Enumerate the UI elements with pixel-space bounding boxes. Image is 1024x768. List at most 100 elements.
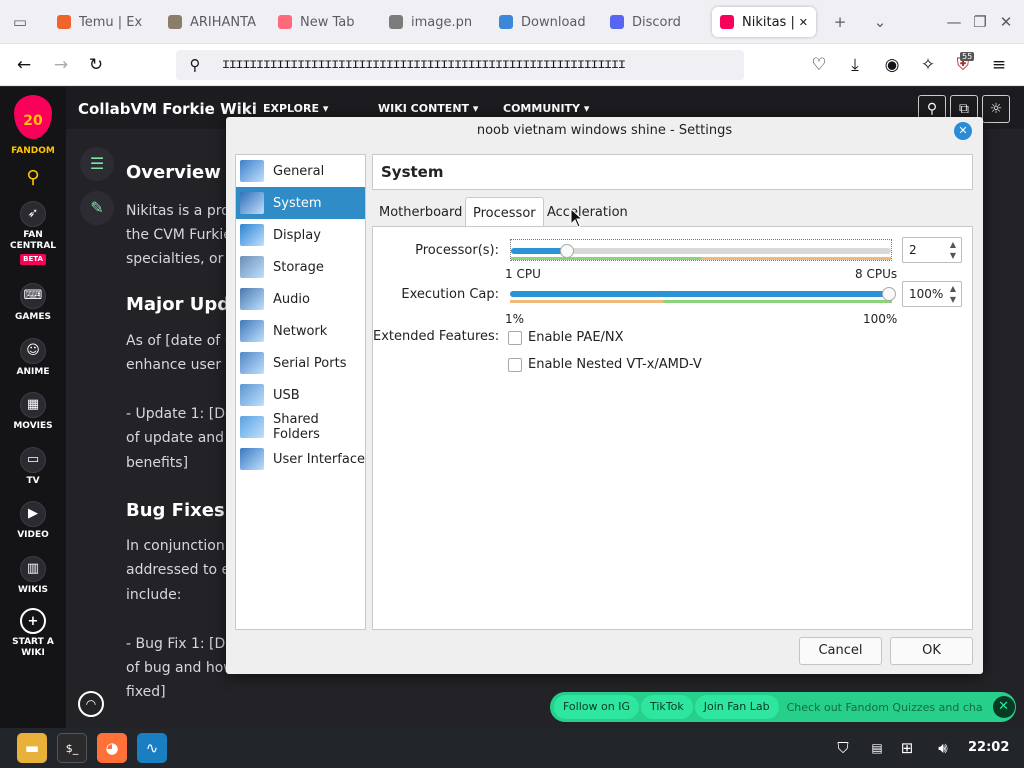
processors-spinbox[interactable]: 2 ▲ ▼ (902, 237, 962, 263)
tab-acceleration[interactable]: Acceleration (540, 197, 635, 227)
category-storage[interactable]: Storage (236, 251, 365, 283)
execution-cap-up-icon[interactable]: ▲ (947, 283, 959, 294)
browser-tab[interactable]: ARIHANTA (168, 7, 256, 37)
article-text: - Bug Fix 1: [Des (126, 636, 242, 652)
sidebar-item-fan-central[interactable]: ➶ FAN CENTRAL BETA (0, 201, 66, 265)
community-label: COMMUNITY (503, 102, 581, 115)
sidebar-item-video[interactable]: ▶ VIDEO (0, 501, 66, 541)
sidebar-item-tv[interactable]: ▭ TV (0, 447, 66, 487)
category-usb[interactable]: USB (236, 379, 365, 411)
video-icon: ▶ (20, 501, 46, 527)
category-serial-ports[interactable]: Serial Ports (236, 347, 365, 379)
promo-close-icon[interactable]: ✕ (992, 696, 1015, 718)
category-general[interactable]: General (236, 155, 365, 187)
wiki-title[interactable]: CollabVM Forkie Wiki (78, 100, 257, 118)
article-text: include: (126, 587, 182, 603)
reload-icon[interactable]: ↻ (85, 54, 107, 76)
category-display[interactable]: Display (236, 219, 365, 251)
execution-cap-slider-handle[interactable] (882, 287, 896, 301)
execution-cap-down-icon[interactable]: ▼ (947, 294, 959, 305)
section-title: System (372, 154, 973, 190)
forward-icon[interactable]: → (50, 54, 72, 76)
processors-slider[interactable] (510, 239, 892, 261)
processors-slider-handle[interactable] (560, 244, 575, 258)
browser-tab[interactable]: Download (499, 7, 587, 37)
url-text[interactable]: ɪɪɪɪɪɪɪɪɪɪɪɪɪɪɪɪɪɪɪɪɪɪɪɪɪɪɪɪɪɪɪɪɪɪɪɪɪɪɪɪ… (222, 57, 722, 72)
url-bar[interactable]: ⚲ ɪɪɪɪɪɪɪɪɪɪɪɪɪɪɪɪɪɪɪɪɪɪɪɪɪɪɪɪɪɪɪɪɪɪɪɪɪɪ… (176, 50, 744, 80)
clock[interactable]: 22:02 (968, 740, 1009, 755)
browser-tab[interactable]: image.pn (389, 7, 477, 37)
execution-cap-slider[interactable] (510, 283, 896, 305)
tab-motherboard[interactable]: Motherboard (372, 197, 469, 227)
pae-label[interactable]: Enable PAE/NX (528, 330, 624, 345)
edit-icon[interactable]: ✎ (80, 191, 114, 225)
maximize-icon[interactable]: ❐ (970, 12, 990, 32)
user-avatar-icon[interactable]: ◠ (78, 691, 104, 717)
network-icon[interactable]: ⊞ (896, 737, 918, 759)
sidebar-item-label: VIDEO (17, 530, 49, 540)
follow-ig-button[interactable]: Follow on IG (554, 695, 639, 719)
browser-tab[interactable]: New Tab (278, 7, 366, 37)
volume-icon[interactable]: 🔊︎ (932, 737, 954, 759)
sidebar-item-anime[interactable]: ☺ ANIME (0, 338, 66, 378)
account-icon[interactable]: ◉ (881, 54, 903, 76)
ok-button[interactable]: OK (890, 637, 973, 665)
window-close-icon[interactable]: ✕ (996, 12, 1016, 32)
tab-overview-icon[interactable]: ▭ (10, 12, 30, 32)
fandom-logo[interactable]: 20 (14, 95, 52, 139)
browser-nav-bar: ← → ↻ ⚲ ɪɪɪɪɪɪɪɪɪɪɪɪɪɪɪɪɪɪɪɪɪɪɪɪɪɪɪɪɪɪɪɪ… (0, 44, 1024, 86)
theme-toggle-button[interactable]: ☼ (982, 95, 1010, 123)
nested-vtx-label[interactable]: Enable Nested VT-x/AMD-V (528, 357, 702, 372)
shield-icon[interactable]: ⛉ (832, 737, 854, 759)
system-tabs: Motherboard Processor Acceleration (372, 197, 973, 227)
cancel-button[interactable]: Cancel (799, 637, 882, 665)
browser-tab[interactable]: Nikitas | ✕ (712, 7, 816, 37)
category-network[interactable]: Network (236, 315, 365, 347)
category-audio[interactable]: Audio (236, 283, 365, 315)
sidebar-item-wikis[interactable]: ▥ WIKIS (0, 556, 66, 596)
pae-checkbox[interactable] (508, 331, 522, 345)
tiktok-button[interactable]: TikTok (640, 695, 693, 719)
tab-favicon-icon (720, 15, 734, 29)
category-system[interactable]: System (236, 187, 365, 219)
tab-processor[interactable]: Processor (465, 197, 544, 227)
list-tabs-icon[interactable]: ⌄ (870, 12, 890, 32)
back-icon[interactable]: ← (13, 54, 35, 76)
execution-cap-value: 100% (909, 287, 944, 301)
pocket-icon[interactable]: ♡ (808, 54, 830, 76)
extensions-icon[interactable]: ✧ (917, 54, 939, 76)
nested-vtx-checkbox[interactable] (508, 358, 522, 372)
terminal-icon[interactable]: $_ (57, 733, 87, 763)
category-shared-folders[interactable]: Shared Folders (236, 411, 365, 443)
system-icon (240, 192, 264, 214)
minimize-icon[interactable]: — (944, 12, 964, 32)
search-icon[interactable]: ⚲ (21, 167, 45, 191)
menu-icon[interactable]: ≡ (988, 54, 1010, 76)
article-text: of update and it (126, 430, 238, 446)
join-fan-lab-button[interactable]: Join Fan Lab (694, 695, 779, 719)
browser-tab[interactable]: Discord (610, 7, 698, 37)
tab-favicon-icon (278, 15, 292, 29)
sidebar-item-movies[interactable]: ▦ MOVIES (0, 392, 66, 432)
downloads-icon[interactable]: ⤓ (844, 54, 866, 76)
tab-close-icon[interactable]: ✕ (799, 16, 808, 29)
toc-icon[interactable]: ☰ (80, 147, 114, 181)
processors-value: 2 (909, 243, 917, 257)
sidebar-item-start-a-wiki[interactable]: + START A WIKI (0, 608, 66, 659)
nav-wiki-content[interactable]: WIKI CONTENT ▾ (378, 102, 478, 115)
nav-explore[interactable]: EXPLORE ▾ (263, 102, 328, 115)
clipboard-icon[interactable]: ▤ (866, 737, 888, 759)
processors-up-icon[interactable]: ▲ (947, 239, 959, 250)
browser-tab[interactable]: Temu | Ex (57, 7, 145, 37)
new-tab-icon[interactable]: + (830, 12, 850, 32)
category-user-interface[interactable]: User Interface (236, 443, 365, 475)
processors-down-icon[interactable]: ▼ (947, 250, 959, 261)
dialog-close-icon[interactable]: ✕ (954, 122, 972, 140)
promo-ticker[interactable]: Check out Fandom Quizzes and cha (787, 701, 989, 714)
execution-cap-spinbox[interactable]: 100% ▲ ▼ (902, 281, 962, 307)
file-manager-icon[interactable]: ▬ (17, 733, 47, 763)
firefox-icon[interactable]: ◕ (97, 733, 127, 763)
sidebar-item-games[interactable]: ⌨ GAMES (0, 283, 66, 323)
nav-community[interactable]: COMMUNITY ▾ (503, 102, 589, 115)
system-monitor-icon[interactable]: ∿ (137, 733, 167, 763)
